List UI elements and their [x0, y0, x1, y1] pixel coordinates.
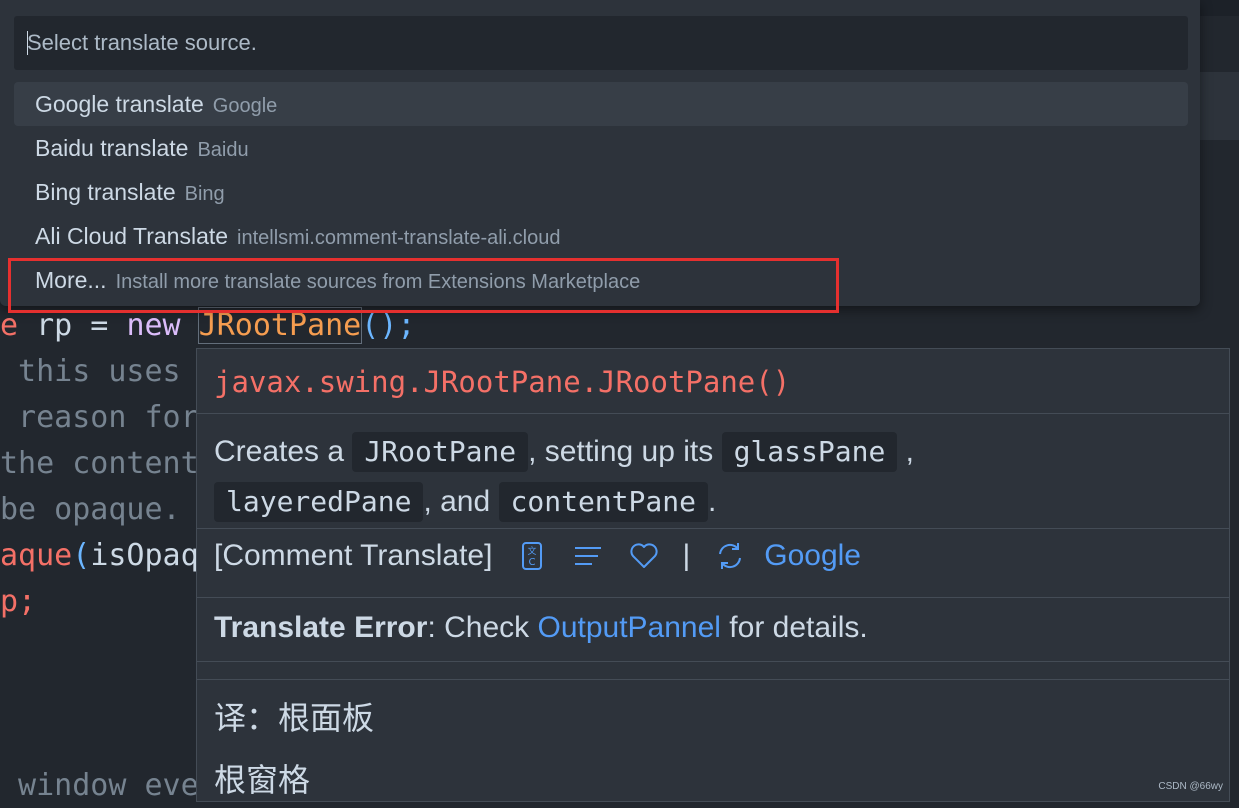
sync-icon[interactable]	[714, 540, 746, 572]
text-caret	[27, 31, 28, 55]
code-token: ();	[361, 308, 416, 343]
divider	[197, 413, 1229, 414]
heart-icon[interactable]	[628, 540, 660, 572]
divider	[197, 597, 1229, 598]
quick-pick-item-description: Bing	[184, 183, 225, 205]
quick-pick-item-description: Baidu	[197, 139, 249, 161]
divider	[197, 661, 1229, 662]
code-token: the content	[0, 446, 199, 481]
code-token: be opaque.	[0, 492, 181, 527]
code-token: new	[126, 308, 181, 343]
doc-text: ,	[905, 435, 914, 468]
code-token: JRootPane	[197, 307, 363, 344]
doc-text: , setting up its	[528, 435, 714, 468]
quick-pick-item-description: intellsmi.comment-translate-ali.cloud	[237, 227, 561, 249]
quick-pick-item-label: Google translate	[35, 91, 204, 117]
code-token: this uses	[0, 354, 181, 389]
code-token: reason for	[0, 400, 199, 435]
code-line: the content	[0, 442, 199, 486]
error-text: for details.	[720, 611, 868, 644]
svg-text:C: C	[529, 557, 536, 568]
translate-source-link[interactable]: Google	[764, 539, 861, 573]
translate-icon[interactable]: 文 C	[516, 540, 548, 572]
quick-pick-item-label: Bing translate	[35, 179, 176, 205]
code-line: window eve	[0, 764, 199, 808]
doc-comment: Creates a JRootPane, setting up its glas…	[214, 427, 1204, 527]
translation-result: 根窗格	[214, 761, 311, 799]
code-token: aque	[0, 538, 73, 573]
quick-pick-item[interactable]: Baidu translate Baidu	[14, 126, 1188, 170]
hover-widget: javax.swing.JRootPane.JRootPane() Create…	[196, 348, 1230, 802]
side-panel	[1200, 72, 1239, 140]
annotation-highlight-box	[8, 258, 839, 313]
code-token: e	[0, 308, 19, 343]
separator: |	[682, 539, 691, 572]
code-token: window eve	[0, 768, 199, 803]
error-title: Translate Error	[214, 611, 428, 644]
code-token: p;	[0, 584, 37, 619]
quick-pick-item-label: Baidu translate	[35, 135, 189, 161]
code-line: reason for	[0, 396, 199, 440]
quick-pick-input[interactable]: Select translate source.	[14, 16, 1188, 70]
quick-pick-item[interactable]: Ali Cloud Translate intellsmi.comment-tra…	[14, 214, 1188, 258]
quick-pick-item-description: Google	[212, 95, 278, 117]
translate-error: Translate Error: Check OutputPannel for …	[214, 611, 868, 645]
doc-text: Creates a	[214, 435, 345, 468]
method-signature: javax.swing.JRootPane.JRootPane()	[214, 365, 791, 399]
quick-pick-item-label: Ali Cloud Translate	[35, 223, 229, 249]
watermark: CSDN @66wy	[1158, 781, 1223, 792]
error-text: : Check	[427, 611, 538, 644]
code-chip: contentPane	[498, 482, 708, 522]
doc-text: .	[707, 485, 717, 518]
code-line: aque(isOpaq	[0, 534, 199, 578]
code-chip: layeredPane	[214, 482, 424, 522]
output-panel-link[interactable]: OutputPannel	[537, 611, 720, 644]
code-token: (	[72, 538, 91, 573]
list-icon[interactable]	[572, 540, 604, 572]
code-chip: glassPane	[721, 432, 898, 472]
code-token: isOpaq	[90, 538, 199, 573]
svg-text:文: 文	[528, 545, 537, 557]
code-token: rp =	[18, 308, 127, 343]
code-chip: JRootPane	[352, 432, 529, 472]
divider	[197, 528, 1229, 529]
translation-result: 译：根面板	[214, 699, 375, 737]
code-line: be opaque.	[0, 488, 181, 532]
divider	[197, 679, 1229, 680]
quick-pick-item[interactable]: Google translate Google	[14, 82, 1188, 126]
comment-translate-label: [Comment Translate]	[214, 539, 493, 572]
quick-pick-item[interactable]: Bing translate Bing	[14, 170, 1188, 214]
doc-text: , and	[423, 485, 491, 518]
code-line: this uses	[0, 350, 181, 394]
comment-translate-actions: [Comment Translate] 文 C | Google	[214, 539, 861, 573]
code-line: p;	[0, 580, 36, 624]
